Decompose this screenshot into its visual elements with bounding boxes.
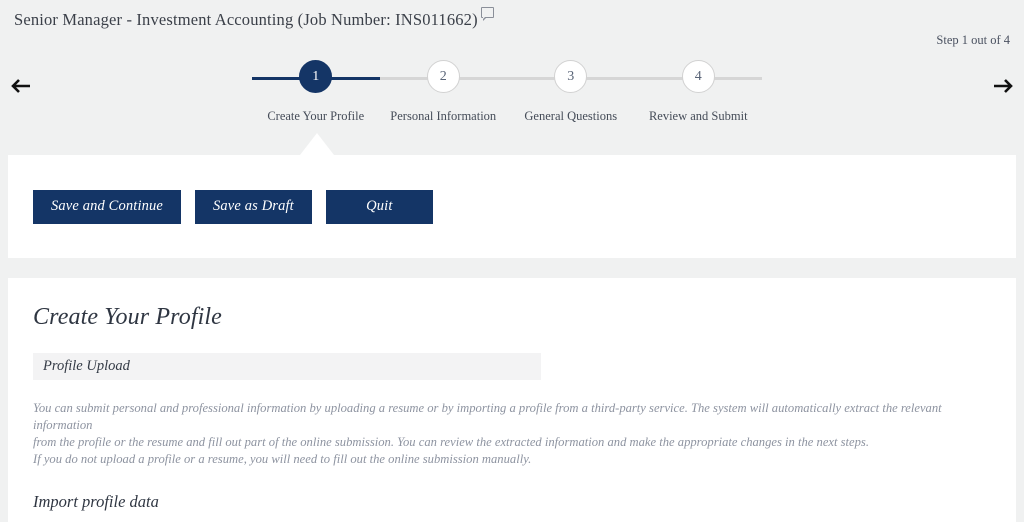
quit-button[interactable]: Quit [325,189,433,224]
step-item-personal-information[interactable]: 2 Personal Information [380,60,508,124]
step-number-2: 2 [426,60,460,93]
comment-bubble-icon[interactable] [480,7,494,21]
step-item-review-and-submit[interactable]: 4 Review and Submit [635,60,763,124]
step-label-4: Review and Submit [648,109,748,123]
job-title: Senior Manager - Investment Accounting (… [14,7,494,30]
step-number-4: 4 [681,60,715,93]
active-step-pointer [300,133,334,155]
arrow-right-icon [992,77,1014,95]
section-header-label: Profile Upload [43,358,130,374]
action-buttons-panel: Save and Continue Save as Draft Quit [8,155,1016,258]
description-line-1: You can submit personal and professional… [33,401,942,432]
profile-upload-description: You can submit personal and professional… [33,400,991,468]
create-your-profile-panel: Create Your Profile Profile Upload You c… [8,278,1016,522]
previous-page-button[interactable] [8,73,34,99]
step-label-3: General Questions [524,109,618,123]
section-header-profile-upload: Profile Upload [33,353,541,380]
panel-divider [0,258,1024,278]
step-label-1: Create Your Profile [267,109,365,123]
save-and-continue-button[interactable]: Save and Continue [33,189,182,224]
step-label-2: Personal Information [390,109,497,123]
description-line-3: If you do not upload a profile or a resu… [33,452,532,466]
step-item-general-questions[interactable]: 3 General Questions [507,60,635,124]
step-number-1: 1 [299,60,333,93]
step-counter: Step 1 out of 4 [936,33,1010,47]
step-number-3: 3 [554,60,588,93]
description-line-2: from the profile or the resume and fill … [33,435,869,449]
step-item-create-your-profile[interactable]: 1 Create Your Profile [252,60,380,124]
save-as-draft-button[interactable]: Save as Draft [195,189,312,224]
next-page-button[interactable] [990,73,1016,99]
page-header: Senior Manager - Investment Accounting (… [0,0,1024,155]
arrow-left-icon [10,77,32,95]
progress-stepper: 1 Create Your Profile 2 Personal Informa… [252,60,762,130]
job-title-text: Senior Manager - Investment Accounting (… [14,10,478,29]
import-profile-data-heading: Import profile data [33,492,159,511]
page-title: Create Your Profile [33,304,222,330]
